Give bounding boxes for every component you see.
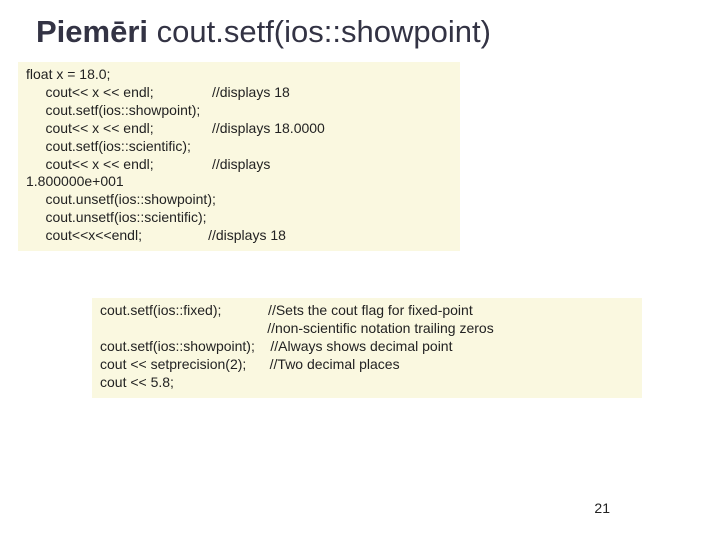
code-block-1: float x = 18.0; cout<< x << endl; //disp… xyxy=(18,62,460,251)
slide-title: Piemēri cout.setf(ios::showpoint) xyxy=(0,0,720,50)
title-rest: cout.setf(ios::showpoint) xyxy=(148,14,491,49)
title-bold: Piemēri xyxy=(36,14,148,49)
code-block-2: cout.setf(ios::fixed); //Sets the cout f… xyxy=(92,298,642,398)
page-number: 21 xyxy=(594,500,610,516)
